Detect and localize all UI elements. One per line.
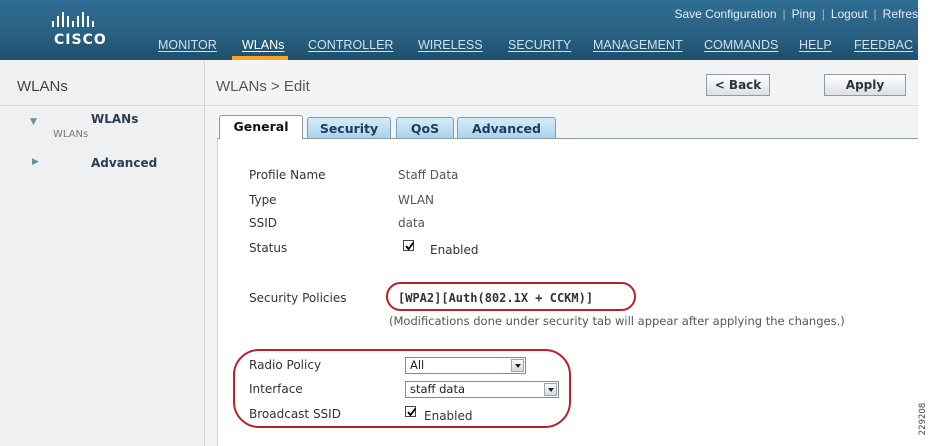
tab-advanced[interactable]: Advanced — [457, 117, 556, 139]
nav-controller[interactable]: CONTROLLER — [308, 38, 393, 52]
figure-code-text: 229208 — [918, 402, 928, 436]
security-policies-label: Security Policies — [249, 291, 347, 305]
breadcrumb: WLANs > Edit — [216, 78, 310, 95]
content-divider — [205, 105, 918, 106]
sidebar-divider — [0, 105, 205, 106]
nav-security[interactable]: SECURITY — [508, 38, 571, 52]
logo-text: CISCO — [54, 32, 107, 48]
profile-name-label: Profile Name — [249, 168, 326, 182]
nav-wlans[interactable]: WLANs — [242, 38, 284, 52]
nav-commands[interactable]: COMMANDS — [704, 38, 778, 52]
refresh-link[interactable]: Refres — [883, 7, 918, 21]
ssid-label: SSID — [249, 216, 278, 230]
back-button[interactable]: < Back — [706, 74, 770, 96]
nav-wireless[interactable]: WIRELESS — [418, 38, 483, 52]
logout-link[interactable]: Logout — [831, 7, 868, 21]
sidebar-item-wlans[interactable]: WLANs — [91, 112, 138, 126]
nav-monitor[interactable]: MONITOR — [158, 38, 217, 52]
link-separator: | — [873, 7, 877, 21]
type-value: WLAN — [398, 193, 435, 207]
sidebar-title: WLANs — [17, 78, 68, 95]
ssid-value: data — [398, 216, 426, 230]
status-checkbox[interactable] — [403, 240, 415, 251]
tab-security[interactable]: Security — [307, 117, 391, 139]
cisco-logo[interactable]: CISCO — [50, 10, 130, 52]
link-separator: | — [821, 7, 825, 21]
link-separator: | — [782, 7, 786, 21]
apply-button[interactable]: Apply — [824, 74, 906, 96]
utility-links: Save Configuration | Ping | Logout | Refres — [674, 7, 918, 25]
ping-link[interactable]: Ping — [792, 7, 816, 21]
save-configuration-link[interactable]: Save Configuration — [674, 7, 776, 21]
type-label: Type — [249, 193, 277, 207]
tab-qos[interactable]: QoS — [396, 117, 454, 139]
sidebar-subitem-wlans[interactable]: WLANs — [53, 129, 88, 140]
nav-management[interactable]: MANAGEMENT — [593, 38, 683, 52]
radio-settings-highlight — [233, 349, 571, 428]
sidebar-item-advanced[interactable]: Advanced — [91, 156, 157, 170]
status-enabled-text: Enabled — [430, 243, 479, 257]
figure-code: 229208 — [916, 396, 930, 442]
top-header-bar: CISCO Save Configuration | Ping | Logout | Ref… — [0, 0, 918, 60]
tab-general[interactable]: General — [219, 115, 303, 139]
sidebar: WLANs ▼ WLANs WLANs ▶ Advanced — [0, 60, 205, 446]
security-policy-highlight — [386, 282, 636, 311]
checkmark-icon — [405, 241, 415, 251]
triangle-right-icon[interactable]: ▶ — [32, 157, 39, 167]
status-label: Status — [249, 241, 288, 255]
security-policies-note: (Modifications done under security tab w… — [389, 314, 845, 328]
cisco-bars-icon — [52, 12, 94, 27]
nav-help[interactable]: HELP — [799, 38, 832, 52]
profile-name-value: Staff Data — [398, 168, 459, 182]
triangle-down-icon[interactable]: ▼ — [30, 117, 37, 127]
nav-feedback[interactable]: FEEDBAC — [854, 38, 913, 52]
